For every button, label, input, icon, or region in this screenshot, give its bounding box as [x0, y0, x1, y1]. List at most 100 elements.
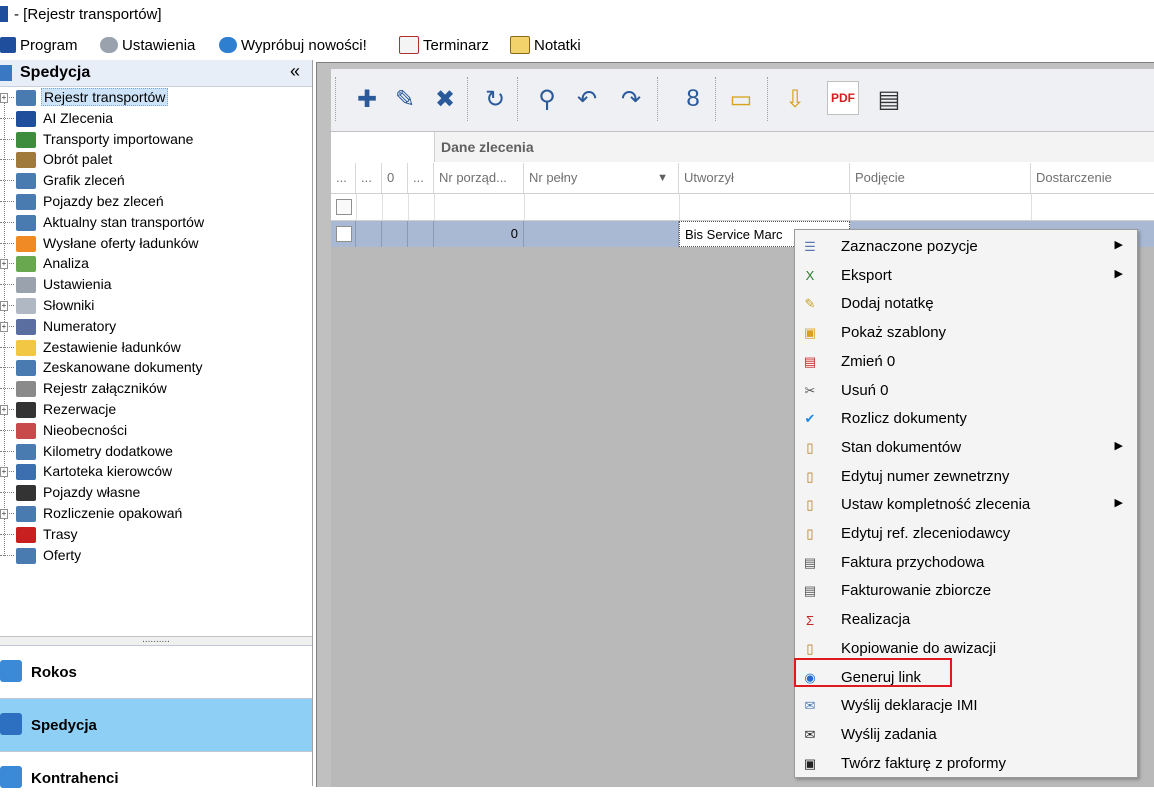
- context-menu-item-9[interactable]: ▯ Edytuj numer zewnetrzny: [795, 463, 1137, 491]
- tree-item-truck[interactable]: Oferty: [0, 546, 312, 566]
- tree-item-truck[interactable]: + Rozliczenie opakowań: [0, 504, 312, 524]
- tree-item-driver[interactable]: + Kartoteka kierowców: [0, 462, 312, 482]
- tree-item-calendar[interactable]: Nieobecności: [0, 421, 312, 441]
- column-header-2[interactable]: 0: [382, 163, 408, 193]
- expand-icon[interactable]: +: [0, 259, 8, 270]
- context-menu-item-19[interactable]: ▣ Twórz fakturę z proformy: [795, 750, 1137, 778]
- tree-item-label: Pojazdy bez zleceń: [43, 193, 164, 209]
- column-header-nr-pelny[interactable]: Nr pełny ▼: [524, 163, 679, 193]
- tree-item-cargo[interactable]: Zestawienie ładunków: [0, 338, 312, 358]
- menu-program[interactable]: Program: [0, 35, 78, 55]
- filter-cell[interactable]: [850, 194, 1032, 220]
- context-menu-item-8[interactable]: ▯ Stan dokumentów ▶: [795, 434, 1137, 462]
- context-menu-item-2[interactable]: X Eksport ▶: [795, 262, 1137, 290]
- refresh-button[interactable]: ↻: [477, 81, 513, 117]
- tree-item-truck[interactable]: Pojazdy bez zleceń: [0, 192, 312, 212]
- print-button[interactable]: ▤: [871, 81, 907, 117]
- menu-wyprobuj[interactable]: Wypróbuj nowości!: [219, 35, 367, 55]
- eight-button[interactable]: 8: [675, 81, 711, 117]
- filter-cell[interactable]: [356, 194, 383, 220]
- menu-notatki[interactable]: Notatki: [510, 35, 581, 55]
- context-menu-item-12[interactable]: ▤ Faktura przychodowa: [795, 549, 1137, 577]
- row-cell: [382, 221, 408, 247]
- context-menu-item-7[interactable]: ✔ Rozlicz dokumenty: [795, 405, 1137, 433]
- context-menu-item-1[interactable]: ☰ Zaznaczone pozycje ▶: [795, 233, 1137, 261]
- ai-icon: [16, 110, 36, 127]
- folder-button[interactable]: ▭: [723, 81, 759, 117]
- expand-icon[interactable]: +: [0, 509, 8, 519]
- context-menu-item-3[interactable]: ✎ Dodaj notatkę: [795, 290, 1137, 318]
- context-menu-item-14[interactable]: Σ Realizacja: [795, 606, 1137, 634]
- menu-ustawienia[interactable]: Ustawienia: [100, 35, 195, 55]
- filter-checkbox[interactable]: [336, 199, 352, 215]
- details-button[interactable]: ⚲: [529, 81, 565, 117]
- tree-item-label: Pojazdy własne: [43, 484, 141, 501]
- expand-icon[interactable]: +: [0, 467, 8, 478]
- tree-item-gear[interactable]: Ustawienia: [0, 275, 312, 295]
- tree-item-rss[interactable]: Wysłane oferty ładunków: [0, 234, 312, 254]
- tree-item-pallet[interactable]: Obrót palet: [0, 150, 312, 170]
- row-cell-nr-porzadkowy[interactable]: 0: [434, 221, 524, 247]
- tree-item-reservation[interactable]: + Rezerwacje: [0, 400, 312, 420]
- tree-item-truck-import[interactable]: Transporty importowane: [0, 130, 312, 150]
- undo-button[interactable]: ↶: [569, 81, 605, 117]
- filter-cell[interactable]: [679, 194, 851, 220]
- tree-item-truck[interactable]: Zeskanowane dokumenty: [0, 358, 312, 378]
- column-header-nr-porzadkowy[interactable]: Nr porząd...: [434, 163, 524, 193]
- context-menu-item-4[interactable]: ▣ Pokaż szablony: [795, 319, 1137, 347]
- expand-icon[interactable]: +: [0, 301, 8, 311]
- export-button[interactable]: ⇩: [777, 81, 813, 117]
- collapse-button[interactable]: «: [286, 61, 304, 82]
- context-menu-item-13[interactable]: ▤ Fakturowanie zbiorcze: [795, 577, 1137, 605]
- add-button[interactable]: ✚: [349, 81, 385, 117]
- context-menu-item-17[interactable]: ✉ Wyślij deklaracje IMI: [795, 692, 1137, 720]
- truck-icon: [16, 506, 36, 522]
- nav-button-rokos[interactable]: Rokos: [0, 645, 312, 698]
- tree-item-truck[interactable]: + Rejestr transportów: [0, 88, 312, 108]
- filter-cell[interactable]: [382, 194, 409, 220]
- navigation-panel: Spedycja « + Rejestr transportów AI Zlecen…: [0, 60, 313, 804]
- grid-filter-row: [331, 194, 1154, 221]
- tree-item-truck[interactable]: Aktualny stan transportów: [0, 213, 312, 233]
- tree-item-truck[interactable]: Grafik zleceń: [0, 171, 312, 191]
- tree-item-paperclip[interactable]: Rejestr załączników: [0, 379, 312, 399]
- menu-terminarz[interactable]: Terminarz: [399, 35, 489, 55]
- column-header-dostarczenie[interactable]: Dostarczenie: [1031, 163, 1154, 193]
- context-menu-item-5[interactable]: ▤ Zmień 0: [795, 348, 1137, 376]
- expand-icon[interactable]: +: [0, 93, 8, 103]
- sort-dropdown-icon[interactable]: ▼: [657, 163, 668, 193]
- tree-item-route[interactable]: Trasy: [0, 525, 312, 545]
- filter-cell[interactable]: [434, 194, 525, 220]
- column-header-podjecie[interactable]: Podjęcie: [850, 163, 1031, 193]
- redo-button[interactable]: ↷: [613, 81, 649, 117]
- column-header-1[interactable]: ...: [356, 163, 382, 193]
- tree-item-vehicle[interactable]: Pojazdy własne: [0, 483, 312, 503]
- column-header-3[interactable]: ...: [408, 163, 434, 193]
- pdf-button[interactable]: PDF: [827, 81, 859, 115]
- toolbar-separator: [517, 77, 518, 121]
- expand-icon[interactable]: +: [0, 405, 8, 415]
- context-menu-item-10[interactable]: ▯ Ustaw kompletność zlecenia ▶: [795, 491, 1137, 519]
- filter-cell[interactable]: [524, 194, 680, 220]
- context-menu-item-18[interactable]: ✉ Wyślij zadania: [795, 721, 1137, 749]
- row-cell-nr-pelny[interactable]: [524, 221, 679, 247]
- title-bar: - [Rejestr transportów]: [0, 0, 1154, 30]
- nav-button-kontrahenci[interactable]: Kontrahenci: [0, 751, 312, 804]
- tree-item-ai[interactable]: AI Zlecenia: [0, 109, 312, 129]
- context-menu-item-11[interactable]: ▯ Edytuj ref. zleceniodawcy: [795, 520, 1137, 548]
- grid-header-row: ... ... 0 ... Nr porząd... Nr pełny ▼ Ut…: [331, 163, 1154, 194]
- tree-item-truck[interactable]: Kilometry dodatkowe: [0, 442, 312, 462]
- tree-item-analysis[interactable]: + Analiza: [0, 254, 312, 274]
- expand-icon[interactable]: +: [0, 321, 8, 332]
- tree-item-dictionary[interactable]: + Słowniki: [0, 296, 312, 316]
- tree-item-numbers[interactable]: + Numeratory: [0, 317, 312, 337]
- nav-button-spedycja[interactable]: Spedycja: [0, 698, 312, 751]
- column-header-0[interactable]: ...: [331, 163, 356, 193]
- column-header-utworzyl[interactable]: Utworzył: [679, 163, 850, 193]
- context-menu-item-6[interactable]: ✂ Usuń 0: [795, 377, 1137, 405]
- clipboard-icon: ▯: [806, 526, 814, 541]
- delete-button[interactable]: ✖: [427, 81, 463, 117]
- filter-cell[interactable]: [408, 194, 435, 220]
- edit-button[interactable]: ✎: [387, 81, 423, 117]
- row-checkbox[interactable]: [336, 226, 352, 242]
